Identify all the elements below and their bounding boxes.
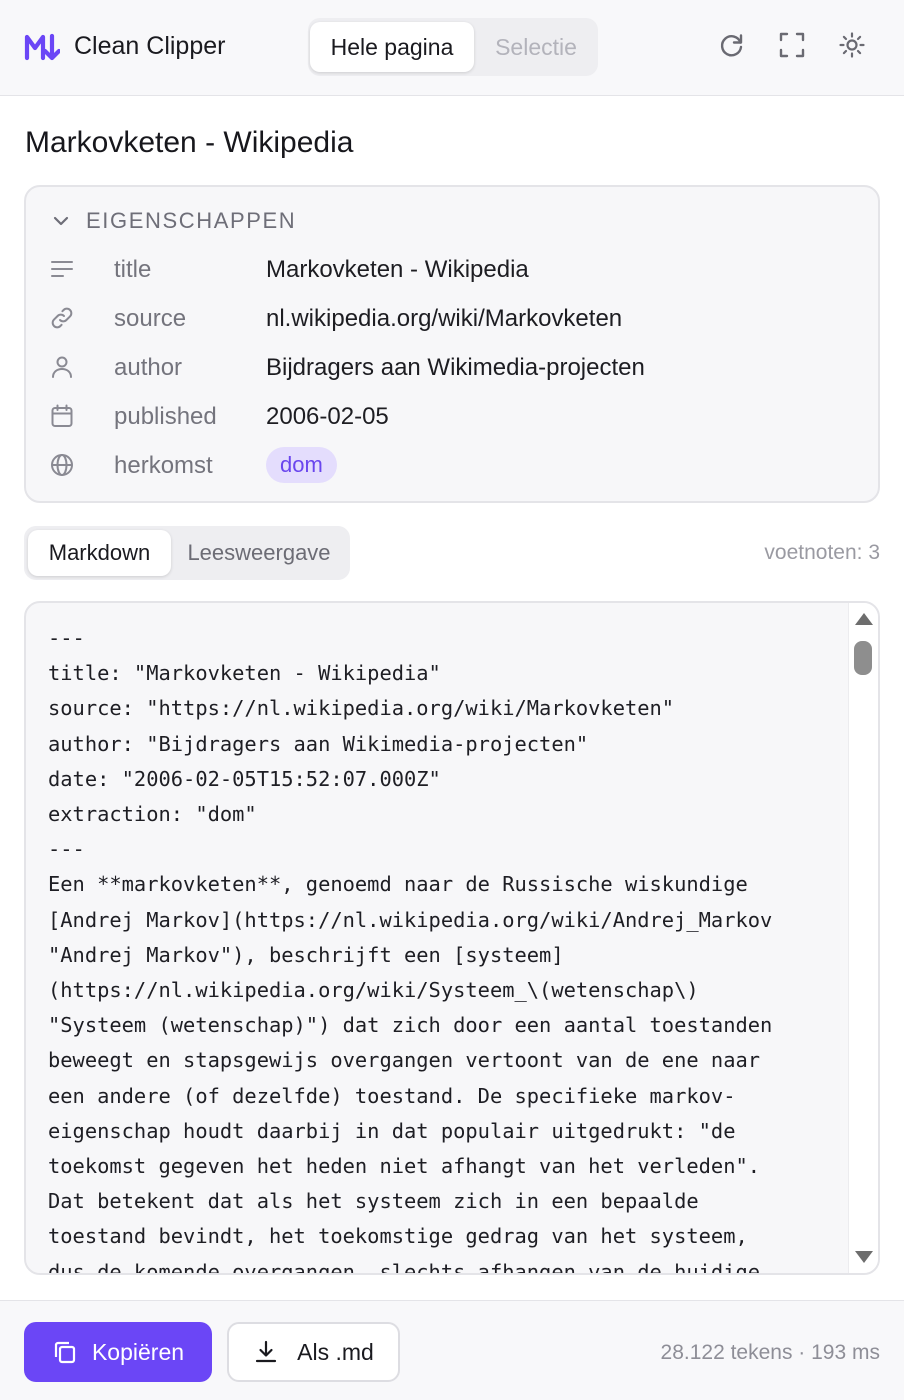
property-key: title	[114, 256, 152, 283]
sun-icon[interactable]	[837, 30, 867, 60]
footer-bar: Kopiëren Als .md 28.122 tekens · 193 ms	[0, 1300, 904, 1400]
code-line: [Andrej Markov](https://nl.wikipedia.org…	[48, 907, 773, 932]
chevron-down-icon	[53, 216, 69, 226]
stats-readout: 28.122 tekens · 193 ms	[660, 1341, 880, 1364]
code-line: dus de komende overgangen, slechts afhan…	[48, 1259, 761, 1275]
tab-markdown[interactable]: Markdown	[28, 530, 171, 576]
property-value: Bijdragers aan Wikimedia-projecten	[266, 354, 645, 381]
markdown-output[interactable]: --- title: "Markovketen - Wikipedia" sourc…	[24, 601, 880, 1275]
property-key: published	[114, 403, 217, 430]
code-line: toekomst gegeven het heden niet afhangt …	[48, 1154, 761, 1179]
scroll-down-arrow-icon[interactable]	[855, 1251, 873, 1263]
property-key: source	[114, 305, 187, 332]
property-value: nl.wikipedia.org/wiki/Markovketen	[266, 305, 623, 332]
clip-mode-toggle: Hele pagina Selectie	[308, 18, 598, 76]
property-row-published: published 2006-02-05	[48, 399, 848, 435]
fullscreen-icon[interactable]	[777, 30, 807, 60]
property-key: herkomst	[114, 452, 213, 479]
refresh-icon[interactable]	[717, 30, 747, 60]
app-title: Clean Clipper	[74, 32, 226, 60]
scroll-up-arrow-icon[interactable]	[855, 613, 873, 625]
markdown-logo-icon	[24, 30, 64, 66]
property-key: author	[114, 354, 183, 381]
code-line: een andere (of dezelfde) toestand. De sp…	[48, 1083, 736, 1108]
code-line: beweegt en stapsgewijs overgangen vertoo…	[48, 1048, 761, 1073]
markdown-text[interactable]: --- title: "Markovketen - Wikipedia" sourc…	[48, 621, 848, 1275]
code-line: eigenschap houdt daarbij in dat populair…	[48, 1118, 736, 1143]
header-bar: Clean Clipper Hele pagina Selectie	[0, 0, 904, 96]
copy-button[interactable]: Kopiëren	[24, 1322, 212, 1382]
page-title: Markovketen - Wikipedia	[25, 126, 354, 159]
code-line: toestand bevindt, het toekomstige gedrag…	[48, 1224, 748, 1249]
download-button-label: Als .md	[297, 1338, 374, 1365]
link-icon	[48, 304, 76, 332]
code-line: source: "https://nl.wikipedia.org/wiki/M…	[48, 696, 675, 721]
text-lines-icon	[48, 255, 76, 283]
property-row-title: title Markovketen - Wikipedia	[48, 252, 848, 288]
extraction-badge: dom	[266, 447, 337, 483]
code-line: date: "2006-02-05T15:52:07.000Z"	[48, 766, 441, 791]
code-line: Een **markovketen**, genoemd naar de Rus…	[48, 872, 748, 897]
code-line: "Andrej Markov"), beschrijft een [systee…	[48, 942, 564, 967]
mode-tab-full-page[interactable]: Hele pagina	[310, 22, 474, 72]
scrollbar[interactable]	[848, 603, 878, 1273]
code-line: (https://nl.wikipedia.org/wiki/Systeem_\…	[48, 978, 699, 1003]
property-row-herkomst: herkomst dom	[48, 447, 848, 484]
code-line: "Systeem (wetenschap)") dat zich door ee…	[48, 1013, 773, 1038]
code-line: author: "Bijdragers aan Wikimedia-projec…	[48, 731, 589, 756]
user-icon	[48, 353, 76, 381]
code-line: ---	[48, 626, 85, 650]
code-line: Dat betekent dat als het systeem zich in…	[48, 1189, 699, 1214]
globe-icon	[48, 451, 76, 479]
footnote-count: voetnoten: 3	[764, 541, 880, 564]
code-line: title: "Markovketen - Wikipedia"	[48, 661, 441, 686]
view-toggle: Markdown Leesweergave	[24, 526, 350, 580]
download-icon	[256, 1340, 277, 1363]
properties-panel: EIGENSCHAPPEN title Markovketen - Wikipe…	[24, 185, 880, 503]
properties-heading: EIGENSCHAPPEN	[86, 208, 297, 233]
calendar-icon	[48, 402, 76, 430]
code-line: extraction: "dom"	[48, 802, 257, 827]
copy-icon	[54, 1341, 76, 1364]
copy-button-label: Kopiëren	[91, 1338, 185, 1365]
property-value: Markovketen - Wikipedia	[266, 256, 529, 283]
tab-reading-view[interactable]: Leesweergave	[178, 530, 340, 576]
code-line: ---	[48, 837, 85, 862]
property-row-author: author Bijdragers aan Wikimedia-projecte…	[48, 350, 848, 386]
download-md-button[interactable]: Als .md	[227, 1322, 400, 1382]
scrollbar-thumb[interactable]	[854, 641, 872, 675]
property-row-source: source nl.wikipedia.org/wiki/Markovketen	[48, 301, 848, 337]
mode-tab-selection[interactable]: Selectie	[478, 22, 594, 72]
properties-toggle[interactable]: EIGENSCHAPPEN	[50, 207, 296, 235]
property-value: 2006-02-05	[266, 403, 389, 430]
